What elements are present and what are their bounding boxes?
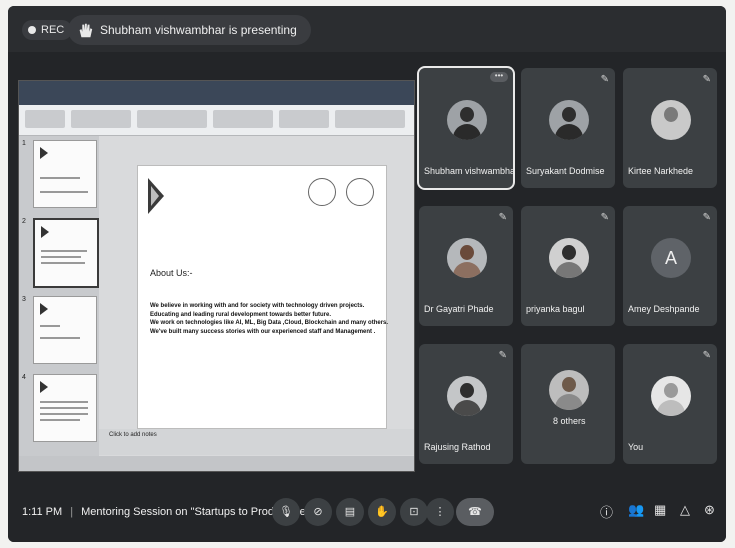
emblem-icon <box>346 178 374 206</box>
thumb-number: 3 <box>22 296 26 303</box>
slide-thumb-2[interactable] <box>33 218 99 288</box>
thumb-number: 1 <box>22 140 26 147</box>
present-button[interactable]: ⊡ <box>400 498 428 526</box>
leave-call-button[interactable]: ☎ <box>456 498 494 526</box>
more-vertical-icon: ⋮ <box>434 506 446 518</box>
thumb-number: 2 <box>22 218 26 225</box>
hand-icon: ✋ <box>375 506 389 518</box>
logo-icon <box>41 226 49 238</box>
logo-icon <box>40 381 48 393</box>
more-options-button[interactable]: ⋮ <box>426 498 454 526</box>
presenting-text: Shubham vishwambhar is presenting <box>100 23 297 37</box>
participant-name: Rajusing Rathod <box>424 442 491 452</box>
mic-off-icon: ✎ <box>600 74 609 85</box>
separator: | <box>70 506 74 518</box>
rec-label: REC <box>41 24 65 36</box>
avatar <box>447 376 487 416</box>
avatar <box>447 100 487 140</box>
slide-line: We've built many success stories with ou… <box>150 328 376 335</box>
avatar <box>549 238 589 278</box>
participant-name: Amey Deshpande <box>628 304 700 314</box>
slide-line: Educating and leading rural development … <box>150 311 332 318</box>
avatar <box>549 370 589 410</box>
bottom-bar: 1:11 PM | Mentoring Session on "Startups… <box>8 484 726 542</box>
captions-button[interactable]: ▤ <box>336 498 364 526</box>
logo-icon <box>40 303 48 315</box>
shared-screen[interactable]: 1 2 3 4 About Us:- We believe in working… <box>18 80 415 472</box>
presenting-chip[interactable]: Shubham vishwambhar is presenting <box>68 15 311 45</box>
raise-hand-button[interactable]: ✋ <box>368 498 396 526</box>
participant-name: Shubham vishwambhar <box>424 166 513 176</box>
seal-icon <box>308 178 336 206</box>
participant-name: priyanka bagul <box>526 304 585 314</box>
recording-indicator[interactable]: REC <box>22 20 73 40</box>
record-dot-icon <box>28 26 36 34</box>
mic-off-icon: ✎ <box>702 350 711 361</box>
participant-name: You <box>628 442 644 452</box>
thumb-number: 4 <box>22 374 26 381</box>
activities-icon[interactable]: △ <box>680 502 690 518</box>
notes-pane[interactable]: Click to add notes <box>99 429 414 455</box>
participant-name: Suryakant Dodmise <box>526 166 605 176</box>
meeting-info: 1:11 PM | Mentoring Session on "Startups… <box>22 506 315 518</box>
microphone-button[interactable]: 🎙 <box>272 498 300 526</box>
avatar <box>651 376 691 416</box>
present-screen-icon: ⊡ <box>409 506 419 518</box>
hand-icon <box>79 23 93 38</box>
camera-button[interactable]: ⊘ <box>304 498 332 526</box>
more-options-icon[interactable]: ••• <box>490 72 508 82</box>
status-bar <box>19 456 414 471</box>
slide-thumb-1[interactable] <box>33 140 97 208</box>
app-title-bar <box>19 81 414 95</box>
slide-heading: About Us:- <box>150 268 193 278</box>
mic-off-icon: ✎ <box>702 212 711 223</box>
logo-icon <box>40 147 48 159</box>
participant-tile[interactable]: ••• Shubham vishwambhar <box>417 66 515 190</box>
participant-name: Dr Gayatri Phade <box>424 304 494 314</box>
company-logo-icon <box>148 178 164 214</box>
participant-tile[interactable]: ✎ Dr Gayatri Phade <box>419 206 513 326</box>
participant-tile[interactable]: 8 others <box>521 344 615 464</box>
slide-line: We work on technologies like AI, ML, Big… <box>150 320 389 326</box>
camera-off-icon: ⊘ <box>313 506 323 518</box>
participant-name: 8 others <box>553 416 586 426</box>
top-bar: REC Shubham vishwambhar is presenting <box>8 6 726 52</box>
slide-thumb-4[interactable] <box>33 374 97 442</box>
participant-tile[interactable]: ✎ Suryakant Dodmise <box>521 68 615 188</box>
mic-icon: 🎙 <box>279 506 293 518</box>
participant-tile[interactable]: ✎ You <box>623 344 717 464</box>
mic-off-icon: ✎ <box>702 74 711 85</box>
host-controls-icon[interactable]: ⊛ <box>704 502 715 518</box>
participant-name: Kirtee Narkhede <box>628 166 694 176</box>
mic-off-icon: ✎ <box>600 212 609 223</box>
participant-tile[interactable]: ✎ Rajusing Rathod <box>419 344 513 464</box>
ribbon-tabs <box>19 95 414 105</box>
hang-up-icon: ☎ <box>468 506 482 518</box>
ribbon-toolbar <box>19 105 414 136</box>
participant-tile[interactable]: ✎ A Amey Deshpande <box>623 206 717 326</box>
info-icon[interactable]: ⓘ <box>600 502 613 521</box>
slide-thumbnails: 1 2 3 4 <box>19 136 99 456</box>
slide-thumb-3[interactable] <box>33 296 97 364</box>
clock-time: 1:11 PM <box>22 506 63 518</box>
meet-window: REC Shubham vishwambhar is presenting 1 … <box>8 6 726 542</box>
mic-off-icon: ✎ <box>498 212 507 223</box>
slide-body: We believe in working with and for socie… <box>150 302 389 336</box>
avatar <box>447 238 487 278</box>
participant-tile[interactable]: ✎ priyanka bagul <box>521 206 615 326</box>
notes-placeholder: Click to add notes <box>109 432 157 438</box>
slide-canvas[interactable]: About Us:- We believe in working with an… <box>137 165 389 429</box>
avatar <box>549 100 589 140</box>
chat-icon[interactable]: ▦ <box>654 502 666 518</box>
participant-tile[interactable]: ✎ Kirtee Narkhede <box>623 68 717 188</box>
mic-off-icon: ✎ <box>498 350 507 361</box>
avatar: A <box>651 238 691 278</box>
avatar <box>651 100 691 140</box>
people-icon[interactable]: 👥 <box>628 502 644 518</box>
captions-icon: ▤ <box>344 506 356 518</box>
slide-line: We believe in working with and for socie… <box>150 303 365 309</box>
